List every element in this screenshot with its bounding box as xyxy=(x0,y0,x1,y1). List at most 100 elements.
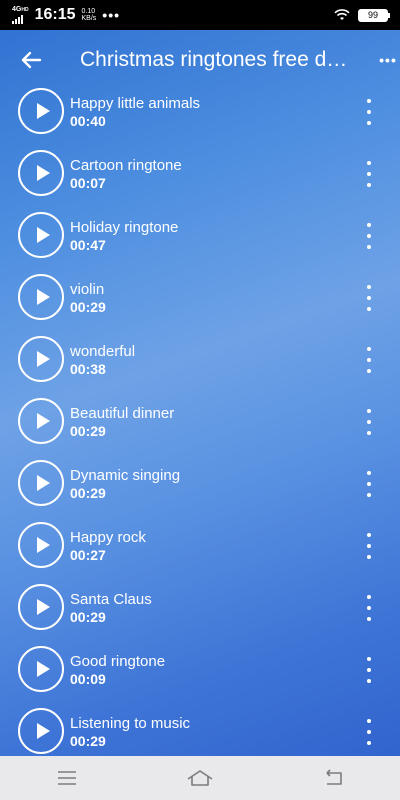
signal-icon xyxy=(12,14,29,24)
more-options-icon[interactable] xyxy=(358,657,380,683)
ringtone-name: Happy little animals xyxy=(70,95,201,112)
play-icon xyxy=(36,289,50,305)
status-bar: 4GHD 16:15 0.10 KB/s ••• 99 xyxy=(0,0,400,30)
ringtone-name: violin xyxy=(70,281,105,298)
ringtone-duration: 00:29 xyxy=(70,609,106,625)
ringtone-text: wonderful 00:38 xyxy=(70,343,135,378)
play-button[interactable] xyxy=(18,708,64,754)
play-icon xyxy=(36,165,50,181)
ringtone-name: Santa Claus xyxy=(70,591,152,608)
ringtone-name: Good ringtone xyxy=(70,653,166,670)
play-button[interactable] xyxy=(18,584,64,630)
speed-unit: KB/s xyxy=(81,15,97,22)
page-title: Christmas ringtones free d… xyxy=(80,48,348,71)
arrow-left-icon xyxy=(21,51,42,69)
ringtone-text: Dynamic singing 00:29 xyxy=(70,467,180,502)
play-button[interactable] xyxy=(18,212,64,258)
ringtone-item[interactable]: Holiday ringtone 00:47 xyxy=(0,204,400,266)
speed-value: 0.10 xyxy=(81,8,96,15)
ringtone-name: Dynamic singing xyxy=(70,467,181,484)
status-left: 4GHD 16:15 0.10 KB/s ••• xyxy=(12,6,120,24)
ringtone-text: Listening to music 00:29 xyxy=(70,715,190,750)
more-options-icon[interactable] xyxy=(358,533,380,559)
play-icon xyxy=(36,227,50,243)
play-button[interactable] xyxy=(18,522,64,568)
ringtone-name: wonderful xyxy=(70,343,136,360)
more-options-icon[interactable] xyxy=(358,223,380,249)
back-icon xyxy=(326,769,343,785)
ringtone-text: Beautiful dinner 00:29 xyxy=(70,405,174,440)
ringtone-list: Happy little animals 00:40 Cartoon ringt… xyxy=(0,80,400,762)
menu-icon xyxy=(57,771,76,785)
play-icon xyxy=(36,103,50,119)
ringtone-duration: 00:29 xyxy=(70,299,106,315)
ringtone-name: Listening to music xyxy=(70,715,191,732)
ringtone-name: Beautiful dinner xyxy=(70,405,175,422)
ringtone-duration: 00:38 xyxy=(70,361,106,377)
play-button[interactable] xyxy=(18,274,64,320)
ringtone-item[interactable]: Cartoon ringtone 00:07 xyxy=(0,142,400,204)
ringtone-duration: 00:40 xyxy=(70,113,106,129)
ringtone-duration: 00:47 xyxy=(70,237,106,253)
ringtone-duration: 00:07 xyxy=(70,175,106,191)
play-icon xyxy=(36,537,50,553)
status-right: 99 xyxy=(334,8,390,22)
ringtone-name: Happy rock xyxy=(70,529,146,546)
ringtone-item[interactable]: Happy rock 00:27 xyxy=(0,514,400,576)
more-options-icon[interactable] xyxy=(358,595,380,621)
more-options-icon[interactable] xyxy=(358,409,380,435)
network-indicator: 4GHD xyxy=(12,6,29,24)
play-button[interactable] xyxy=(18,336,64,382)
home-icon xyxy=(187,770,213,786)
more-options-icon[interactable] xyxy=(358,471,380,497)
more-options-icon[interactable] xyxy=(358,161,380,187)
ringtone-item[interactable]: Beautiful dinner 00:29 xyxy=(0,390,400,452)
wifi-icon xyxy=(334,9,350,20)
ringtone-duration: 00:29 xyxy=(70,423,106,439)
more-options-icon[interactable] xyxy=(358,99,380,125)
ringtone-item[interactable]: Good ringtone 00:09 xyxy=(0,638,400,700)
ringtone-text: Santa Claus 00:29 xyxy=(70,591,152,626)
ringtone-item[interactable]: Listening to music 00:29 xyxy=(0,700,400,762)
ringtone-name: Holiday ringtone xyxy=(70,219,179,236)
ringtone-text: violin 00:29 xyxy=(70,281,106,316)
ringtone-item[interactable]: Santa Claus 00:29 xyxy=(0,576,400,638)
ringtone-text: Holiday ringtone 00:47 xyxy=(70,219,178,254)
system-navigation-bar xyxy=(0,756,400,800)
play-icon xyxy=(36,413,50,429)
network-type: 4GHD xyxy=(12,6,29,13)
play-button[interactable] xyxy=(18,150,64,196)
play-button[interactable] xyxy=(18,88,64,134)
ringtone-item[interactable]: Happy little animals 00:40 xyxy=(0,80,400,142)
clock: 16:15 xyxy=(34,6,76,23)
play-button[interactable] xyxy=(18,646,64,692)
ringtone-duration: 00:29 xyxy=(70,733,106,749)
play-button[interactable] xyxy=(18,460,64,506)
notification-more-icon: ••• xyxy=(102,7,121,23)
home-button[interactable] xyxy=(180,758,220,798)
ringtone-duration: 00:09 xyxy=(70,671,106,687)
menu-button[interactable] xyxy=(47,758,87,798)
play-icon xyxy=(36,723,50,739)
ringtone-duration: 00:29 xyxy=(70,485,106,501)
play-icon xyxy=(36,475,50,491)
ringtone-duration: 00:27 xyxy=(70,547,106,563)
more-options-icon[interactable] xyxy=(358,719,380,745)
network-speed: 0.10 KB/s xyxy=(82,8,97,22)
more-options-icon[interactable] xyxy=(358,347,380,373)
ringtone-text: Happy rock 00:27 xyxy=(70,529,146,564)
ringtone-item[interactable]: wonderful 00:38 xyxy=(0,328,400,390)
back-nav-button[interactable] xyxy=(313,758,353,798)
play-icon xyxy=(36,661,50,677)
play-icon xyxy=(36,599,50,615)
ringtone-text: Happy little animals 00:40 xyxy=(70,95,200,130)
ringtone-item[interactable]: Dynamic singing 00:29 xyxy=(0,452,400,514)
play-button[interactable] xyxy=(18,398,64,444)
header-more-button[interactable]: ••• xyxy=(376,52,400,68)
ringtone-text: Cartoon ringtone 00:07 xyxy=(70,157,182,192)
ringtone-item[interactable]: violin 00:29 xyxy=(0,266,400,328)
ringtone-name: Cartoon ringtone xyxy=(70,157,182,174)
more-options-icon[interactable] xyxy=(358,285,380,311)
play-icon xyxy=(36,351,50,367)
ringtone-text: Good ringtone 00:09 xyxy=(70,653,165,688)
